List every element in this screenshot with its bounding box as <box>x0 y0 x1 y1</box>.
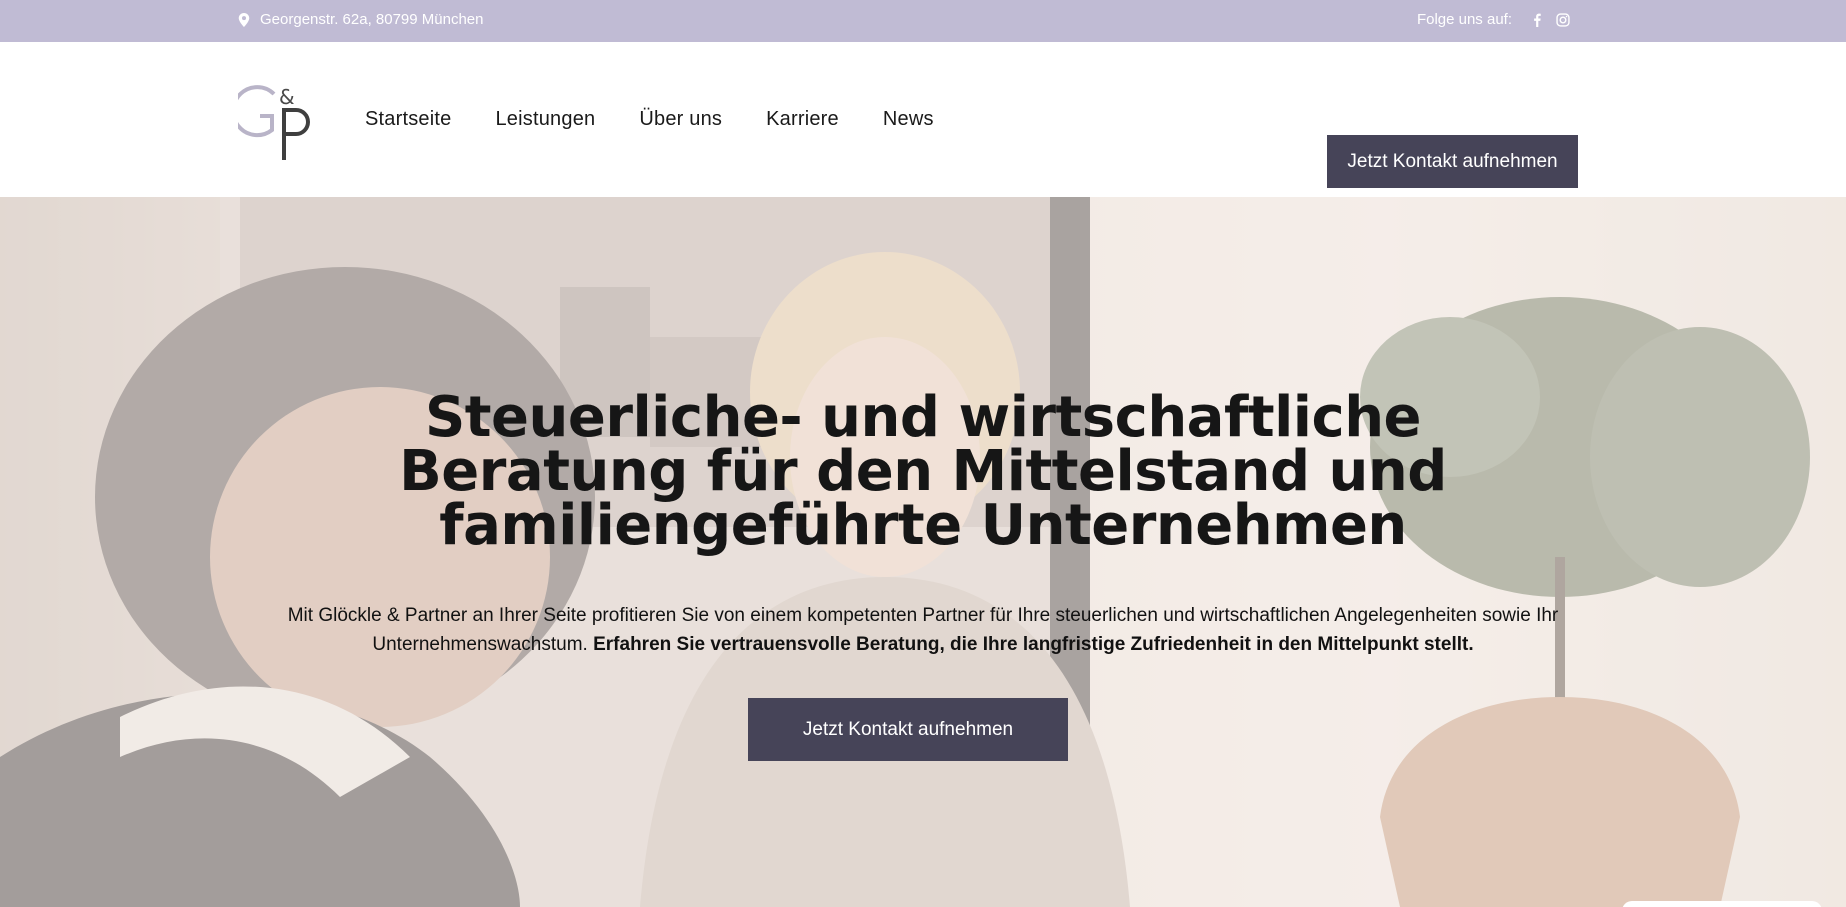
hero-contact-button[interactable]: Jetzt Kontakt aufnehmen <box>748 698 1068 761</box>
hero-title: Steuerliche- und wirtschaftliche Beratun… <box>0 385 1846 558</box>
nav-startseite[interactable]: Startseite <box>365 108 451 131</box>
instagram-icon[interactable] <box>1556 12 1570 27</box>
nav-news[interactable]: News <box>883 108 934 131</box>
nav-ueber-uns[interactable]: Über uns <box>639 108 722 131</box>
main-nav: Startseite Leistungen Über uns Karriere … <box>365 42 934 197</box>
header-contact-button[interactable]: Jetzt Kontakt aufnehmen <box>1327 135 1578 188</box>
nav-karriere[interactable]: Karriere <box>766 108 839 131</box>
logo[interactable]: & <box>238 82 314 160</box>
top-bar: Georgenstr. 62a, 80799 München Folge uns… <box>0 0 1846 42</box>
svg-text:&: & <box>279 85 295 109</box>
hero-title-line: familiengeführte Unternehmen <box>439 493 1407 558</box>
address: Georgenstr. 62a, 80799 München <box>238 11 484 28</box>
hero-description: Mit Glöckle & Partner an Ihrer Seite pro… <box>250 601 1596 659</box>
site-header: & Startseite Leistungen Über uns Karrier… <box>0 42 1846 197</box>
chat-widget[interactable] <box>1622 901 1822 907</box>
facebook-icon[interactable] <box>1530 13 1544 27</box>
social-links: Folge uns auf: <box>1417 11 1570 28</box>
follow-label: Folge uns auf: <box>1416 11 1512 28</box>
map-pin-icon <box>238 12 250 27</box>
hero-section: Steuerliche- und wirtschaftliche Beratun… <box>0 197 1846 907</box>
address-text: Georgenstr. 62a, 80799 München <box>260 11 484 28</box>
hero-title-line: Steuerliche- und wirtschaftliche <box>424 385 1422 450</box>
nav-leistungen[interactable]: Leistungen <box>495 108 595 131</box>
hero-title-line: Beratung für den Mittelstand und <box>399 439 1447 504</box>
hero-description-bold: Erfahren Sie vertrauensvolle Beratung, d… <box>593 634 1474 655</box>
